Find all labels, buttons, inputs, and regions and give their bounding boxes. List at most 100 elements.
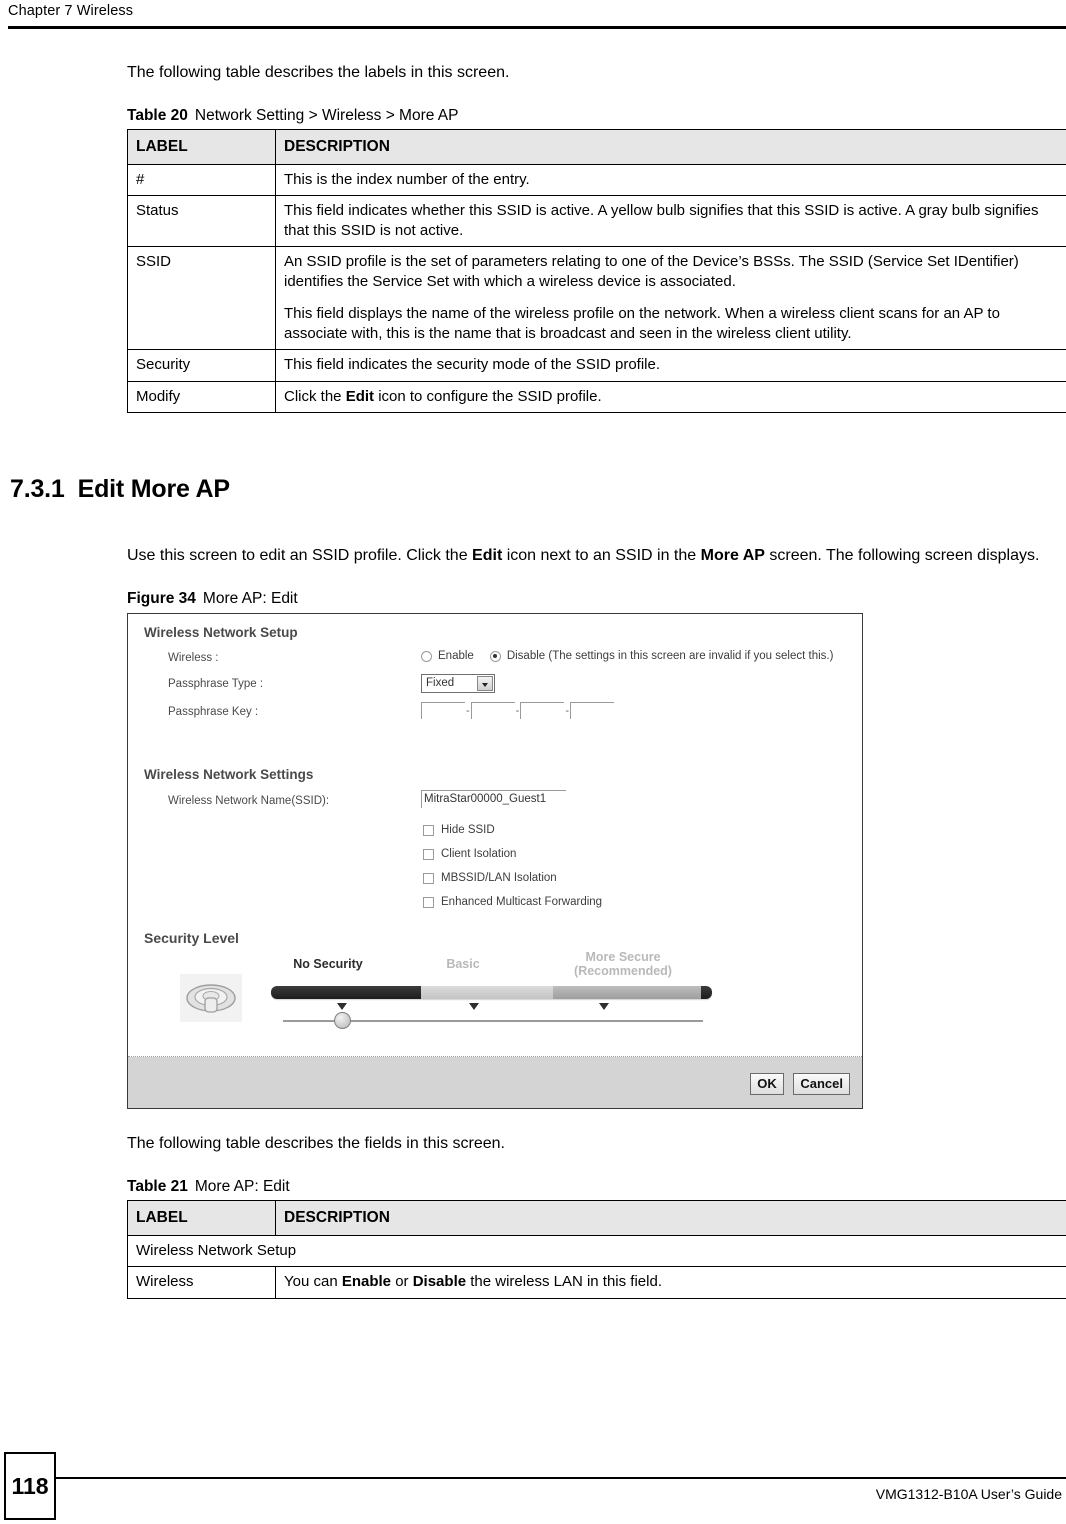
section-body: Use this screen to edit an SSID profile.… bbox=[127, 545, 1066, 1299]
disable-radio-label: Disable (The settings in this screen are… bbox=[506, 650, 834, 662]
mbssid-lan-isolation-checkbox[interactable] bbox=[423, 872, 434, 884]
chevron-down-icon[interactable] bbox=[477, 676, 493, 691]
enable-radio-label: Enable bbox=[438, 650, 474, 662]
wifi-signal-icon bbox=[180, 974, 242, 1022]
table20-header-description: DESCRIPTION bbox=[275, 129, 1066, 165]
disable-radio[interactable] bbox=[489, 650, 501, 662]
wireless-desc-post: the wireless LAN in this field. bbox=[466, 1273, 662, 1290]
table20-row3-description: This field indicates the security mode o… bbox=[275, 349, 1066, 382]
table21-caption-title: More AP: Edit bbox=[194, 1178, 290, 1195]
table21-row0-description: You can Enable or Disable the wireless L… bbox=[275, 1266, 1066, 1299]
section-paragraph-mid: icon next to an SSID in the bbox=[502, 547, 701, 564]
guide-title: VMG1312-B10A User’s Guide bbox=[875, 1486, 1062, 1502]
security-marker-1 bbox=[337, 1003, 347, 1010]
table21-header-description: DESCRIPTION bbox=[275, 1200, 1066, 1236]
passphrase-key-separator: - bbox=[515, 705, 520, 717]
wireless-network-settings-heading: Wireless Network Settings bbox=[144, 767, 314, 782]
mbssid-lan-isolation-label: MBSSID/LAN Isolation bbox=[441, 872, 557, 884]
cancel-button[interactable]: Cancel bbox=[793, 1073, 850, 1095]
table20-row1-label: Status bbox=[127, 195, 276, 247]
passphrase-key-separator: - bbox=[466, 705, 470, 717]
enhanced-multicast-forwarding-checkbox[interactable] bbox=[423, 896, 434, 908]
hide-ssid-checkbox[interactable] bbox=[423, 824, 434, 836]
table20-header-row: LABEL DESCRIPTION bbox=[127, 129, 1066, 165]
wireless-desc-pre: You can bbox=[284, 1273, 342, 1290]
ssid-field-label: Wireless Network Name(SSID): bbox=[168, 795, 330, 807]
enhanced-multicast-forwarding-row[interactable]: Enhanced Multicast Forwarding bbox=[423, 896, 602, 908]
modify-desc-pre: Click the bbox=[284, 387, 346, 405]
ok-button[interactable]: OK bbox=[750, 1073, 784, 1095]
passphrase-key-input-4[interactable] bbox=[570, 702, 615, 719]
section-paragraph-post: screen. The following screen displays. bbox=[764, 547, 1040, 564]
table20-caption-title: Network Setting > Wireless > More AP bbox=[194, 107, 459, 124]
section-number: 7.3.1 bbox=[10, 475, 65, 503]
wireless-desc-enable: Enable bbox=[341, 1273, 392, 1290]
client-isolation-row[interactable]: Client Isolation bbox=[423, 848, 516, 860]
passphrase-key-input-3[interactable] bbox=[520, 702, 565, 719]
mbssid-lan-isolation-row[interactable]: MBSSID/LAN Isolation bbox=[423, 872, 557, 884]
hide-ssid-row[interactable]: Hide SSID bbox=[423, 824, 495, 836]
table20-row0-description: This is the index number of the entry. bbox=[275, 163, 1066, 196]
table-row: # This is the index number of the entry. bbox=[127, 163, 1066, 196]
ssid-input[interactable]: MitraStar00000_Guest1 bbox=[421, 790, 566, 808]
table21-header-row: LABEL DESCRIPTION bbox=[127, 1200, 1066, 1236]
figure34-caption: Figure 34 More AP: Edit bbox=[127, 590, 1066, 608]
wireless-radio-group[interactable]: Enable Disable (The settings in this scr… bbox=[421, 650, 833, 662]
figure34-caption-label: Figure 34 bbox=[127, 590, 196, 607]
security-bar-segment-more-secure bbox=[553, 986, 701, 999]
page-title: 7.3.1 Edit More AP bbox=[10, 475, 230, 504]
header-divider bbox=[8, 26, 1066, 29]
table-row: Wireless You can Enable or Disable the w… bbox=[127, 1266, 1066, 1299]
passphrase-key-label: Passphrase Key : bbox=[168, 706, 259, 718]
security-bar-endcap bbox=[701, 986, 712, 999]
passphrase-type-select[interactable]: Fixed bbox=[421, 674, 495, 693]
table20-caption: Table 20 Network Setting > Wireless > Mor… bbox=[127, 107, 1066, 125]
intro-paragraph: The following table describes the labels… bbox=[127, 64, 510, 81]
section-paragraph: Use this screen to edit an SSID profile.… bbox=[127, 545, 1066, 566]
security-bar-segment-no-security bbox=[271, 986, 421, 999]
wireless-desc-disable: Disable bbox=[412, 1273, 467, 1290]
table20-row4-label: Modify bbox=[127, 380, 276, 413]
table20-row2-description-p2: This field displays the name of the wire… bbox=[284, 305, 1000, 342]
security-tier-basic[interactable]: Basic bbox=[413, 957, 513, 971]
security-level-heading: Security Level bbox=[144, 930, 239, 946]
table21-header-label: LABEL bbox=[127, 1200, 276, 1236]
table-row: SSID An SSID profile is the set of param… bbox=[127, 246, 1066, 350]
wireless-desc-mid: or bbox=[391, 1273, 413, 1290]
passphrase-key-input-1[interactable] bbox=[421, 702, 465, 719]
security-level-bar bbox=[271, 986, 712, 999]
security-slider-handle[interactable] bbox=[334, 1012, 351, 1029]
table-row: Modify Click the Edit icon to configure … bbox=[127, 380, 1066, 413]
table21-row0-label: Wireless bbox=[127, 1266, 276, 1299]
page-running-header: Chapter 7 Wireless bbox=[0, 0, 1066, 30]
table21-caption: Table 21 More AP: Edit bbox=[127, 1178, 1066, 1196]
security-marker-3 bbox=[599, 1003, 609, 1010]
table-row: Security This field indicates the securi… bbox=[127, 349, 1066, 382]
page-number: 118 bbox=[4, 1452, 56, 1520]
section-paragraph-moreap: More AP bbox=[700, 547, 765, 564]
passphrase-key-separator: - bbox=[565, 705, 570, 717]
page-content: The following table describes the labels… bbox=[127, 62, 1066, 413]
client-isolation-checkbox[interactable] bbox=[423, 848, 434, 860]
modify-desc-post: icon to configure the SSID profile. bbox=[374, 387, 602, 405]
enable-radio[interactable] bbox=[421, 650, 432, 662]
client-isolation-label: Client Isolation bbox=[441, 848, 517, 860]
passphrase-key-group[interactable]: - - - bbox=[421, 702, 615, 719]
mid-paragraph: The following table describes the fields… bbox=[127, 1135, 505, 1152]
security-tier-more-secure-line2: (Recommended) bbox=[574, 964, 672, 978]
security-tier-more-secure[interactable]: More Secure (Recommended) bbox=[548, 950, 698, 978]
table20-caption-label: Table 20 bbox=[127, 107, 188, 124]
passphrase-key-input-2[interactable] bbox=[470, 702, 515, 719]
section-paragraph-edit: Edit bbox=[472, 547, 503, 564]
table20-row2-label: SSID bbox=[127, 246, 276, 350]
footer-divider bbox=[56, 1477, 1066, 1479]
table20-row0-label: # bbox=[127, 163, 276, 196]
chapter-title: Chapter 7 Wireless bbox=[8, 3, 134, 19]
passphrase-type-value: Fixed bbox=[426, 677, 455, 689]
table20-row2-description: An SSID profile is the set of parameters… bbox=[275, 246, 1066, 350]
security-tier-no-security[interactable]: No Security bbox=[268, 957, 388, 971]
hide-ssid-label: Hide SSID bbox=[441, 824, 495, 836]
table20-header-label: LABEL bbox=[127, 129, 276, 165]
modify-desc-edit: Edit bbox=[345, 387, 375, 405]
wireless-network-setup-heading: Wireless Network Setup bbox=[144, 625, 298, 640]
